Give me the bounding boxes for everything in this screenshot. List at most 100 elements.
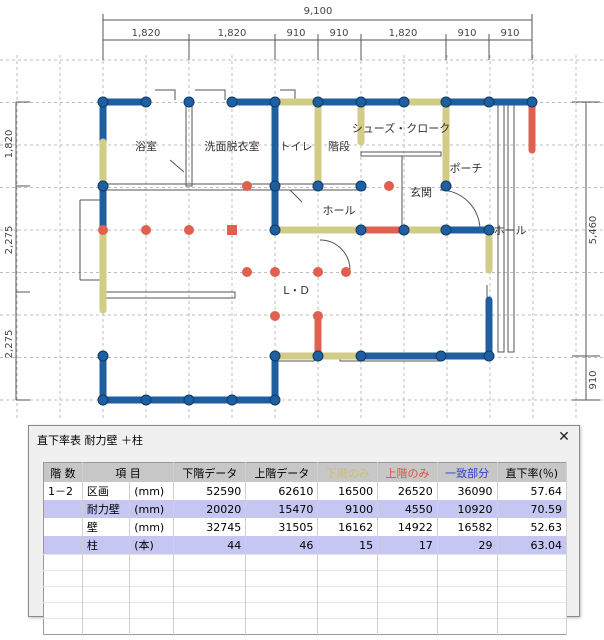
right-dim-1: 5,460 <box>588 216 599 245</box>
column-marker <box>440 224 452 236</box>
table-row[interactable]: 柱 (本) 44 46 15 17 29 63.04 <box>43 536 568 555</box>
cell-unit: (mm) <box>129 518 175 536</box>
left-dim-2: 2,275 <box>4 226 15 255</box>
cell-upper-only: 4550 <box>377 500 438 518</box>
column-marker <box>341 267 351 277</box>
cell-lower-only: 16162 <box>317 518 379 536</box>
column-marker <box>483 96 495 108</box>
cell-lower: 44 <box>173 536 247 555</box>
dim-3: 910 <box>286 28 305 39</box>
column-marker <box>440 180 452 192</box>
cell-match: 36090 <box>437 482 498 500</box>
column-marker <box>355 180 367 192</box>
cell-rate: 63.04 <box>497 536 568 555</box>
column-marker <box>355 96 367 108</box>
rate-table: 階 数 項 目 下階データ 上階データ 下階のみ 上階のみ 一致部分 直下率(％… <box>43 462 568 635</box>
room-stairs: 階段 <box>328 139 350 153</box>
cell-lower-only: 15 <box>317 536 379 555</box>
column-marker <box>97 350 109 362</box>
cell-lower-only: 9100 <box>317 500 379 518</box>
dialog-title: 直下率表 耐力壁 ＋柱 <box>37 434 143 447</box>
room-hall: ホール <box>323 204 356 217</box>
header-lower: 下階データ <box>173 462 247 482</box>
table-header: 階 数 項 目 下階データ 上階データ 下階のみ 上階のみ 一致部分 直下率(％… <box>43 462 568 482</box>
column-marker <box>384 181 394 191</box>
column-marker <box>398 224 410 236</box>
dim-6: 910 <box>457 28 476 39</box>
column-marker <box>184 225 194 235</box>
column-marker <box>483 224 495 236</box>
rate-table-dialog: 直下率表 耐力壁 ＋柱 ✕ 階 数 項 目 下階データ 上階データ 下階のみ 上… <box>28 425 580 635</box>
table-row[interactable]: 1－2 区画 (mm) 52590 62610 16500 26520 36090 57.64 <box>43 482 568 500</box>
dim-4: 910 <box>329 28 348 39</box>
cell-match: 29 <box>437 536 498 555</box>
table-row[interactable]: 壁 (mm) 32745 31505 16162 14922 16582 52.63 <box>43 518 568 536</box>
header-floor: 階 数 <box>43 462 83 482</box>
column-marker <box>97 394 109 406</box>
empty-row <box>43 554 568 571</box>
cell-upper: 62610 <box>245 482 319 500</box>
column-marker <box>97 180 109 192</box>
cell-item: 柱 <box>82 536 131 555</box>
grid <box>0 55 604 420</box>
table-row[interactable]: 耐力壁 (mm) 20020 15470 9100 4550 10920 70.59 <box>43 500 568 518</box>
room-entrance: 玄関 <box>410 185 432 199</box>
header-upper: 上階データ <box>245 462 319 482</box>
column-marker <box>313 311 323 321</box>
column-marker <box>313 267 323 277</box>
cell-rate: 70.59 <box>497 500 568 518</box>
column-marker <box>97 96 109 108</box>
dim-2: 1,820 <box>218 28 247 39</box>
cell-upper: 31505 <box>245 518 319 536</box>
column-marker <box>269 180 281 192</box>
column-marker <box>141 225 151 235</box>
column-marker <box>140 394 152 406</box>
column-marker <box>269 350 281 362</box>
cell-lower: 20020 <box>173 500 247 518</box>
column-marker <box>140 96 152 108</box>
cell-unit: (本) <box>129 536 175 555</box>
cell-floor: 1－2 <box>43 482 83 500</box>
column-marker <box>355 350 367 362</box>
column-square-marker <box>227 225 237 235</box>
cell-lower: 52590 <box>173 482 247 500</box>
column-marker <box>312 96 324 108</box>
cell-upper: 46 <box>245 536 319 555</box>
cell-upper: 15470 <box>245 500 319 518</box>
empty-row <box>43 602 568 619</box>
dimension-labels: 9,100 1,820 1,820 910 910 1,820 910 910 … <box>4 6 599 390</box>
empty-row <box>43 618 568 635</box>
column-marker <box>526 96 538 108</box>
room-toilet: トイレ <box>280 140 313 153</box>
cell-item: 耐力壁 <box>82 500 131 518</box>
column-marker <box>242 267 252 277</box>
room-bath: 浴室 <box>135 139 157 153</box>
room-labels: 浴室 洗面脱衣室 トイレ 階段 シューズ・クローク ポーチ 玄関 ホール ホール… <box>135 121 527 297</box>
column-marker <box>270 267 280 277</box>
cell-match: 10920 <box>437 500 498 518</box>
cell-unit: (mm) <box>129 482 175 500</box>
cell-upper-only: 26520 <box>377 482 438 500</box>
column-marker <box>226 96 238 108</box>
column-marker <box>483 350 495 362</box>
dim-5: 1,820 <box>389 28 418 39</box>
column-marker <box>398 96 410 108</box>
column-marker <box>183 394 195 406</box>
header-rate: 直下率(％) <box>497 462 568 482</box>
cell-match: 16582 <box>437 518 498 536</box>
column-marker <box>312 350 324 362</box>
room-ld: L・D <box>283 284 309 297</box>
header-upper-only: 上階のみ <box>377 462 438 482</box>
dim-1: 1,820 <box>132 28 161 39</box>
close-button[interactable]: ✕ <box>555 428 573 446</box>
cell-upper-only: 14922 <box>377 518 438 536</box>
column-marker <box>355 224 367 236</box>
overall-dimension: 9,100 <box>304 6 333 17</box>
cell-unit: (mm) <box>129 500 175 518</box>
column-marker <box>269 394 281 406</box>
side-note: ホール <box>494 224 527 237</box>
cell-floor <box>43 500 83 518</box>
header-lower-only: 下階のみ <box>317 462 379 482</box>
cell-rate: 57.64 <box>497 482 568 500</box>
header-item: 項 目 <box>82 462 175 482</box>
